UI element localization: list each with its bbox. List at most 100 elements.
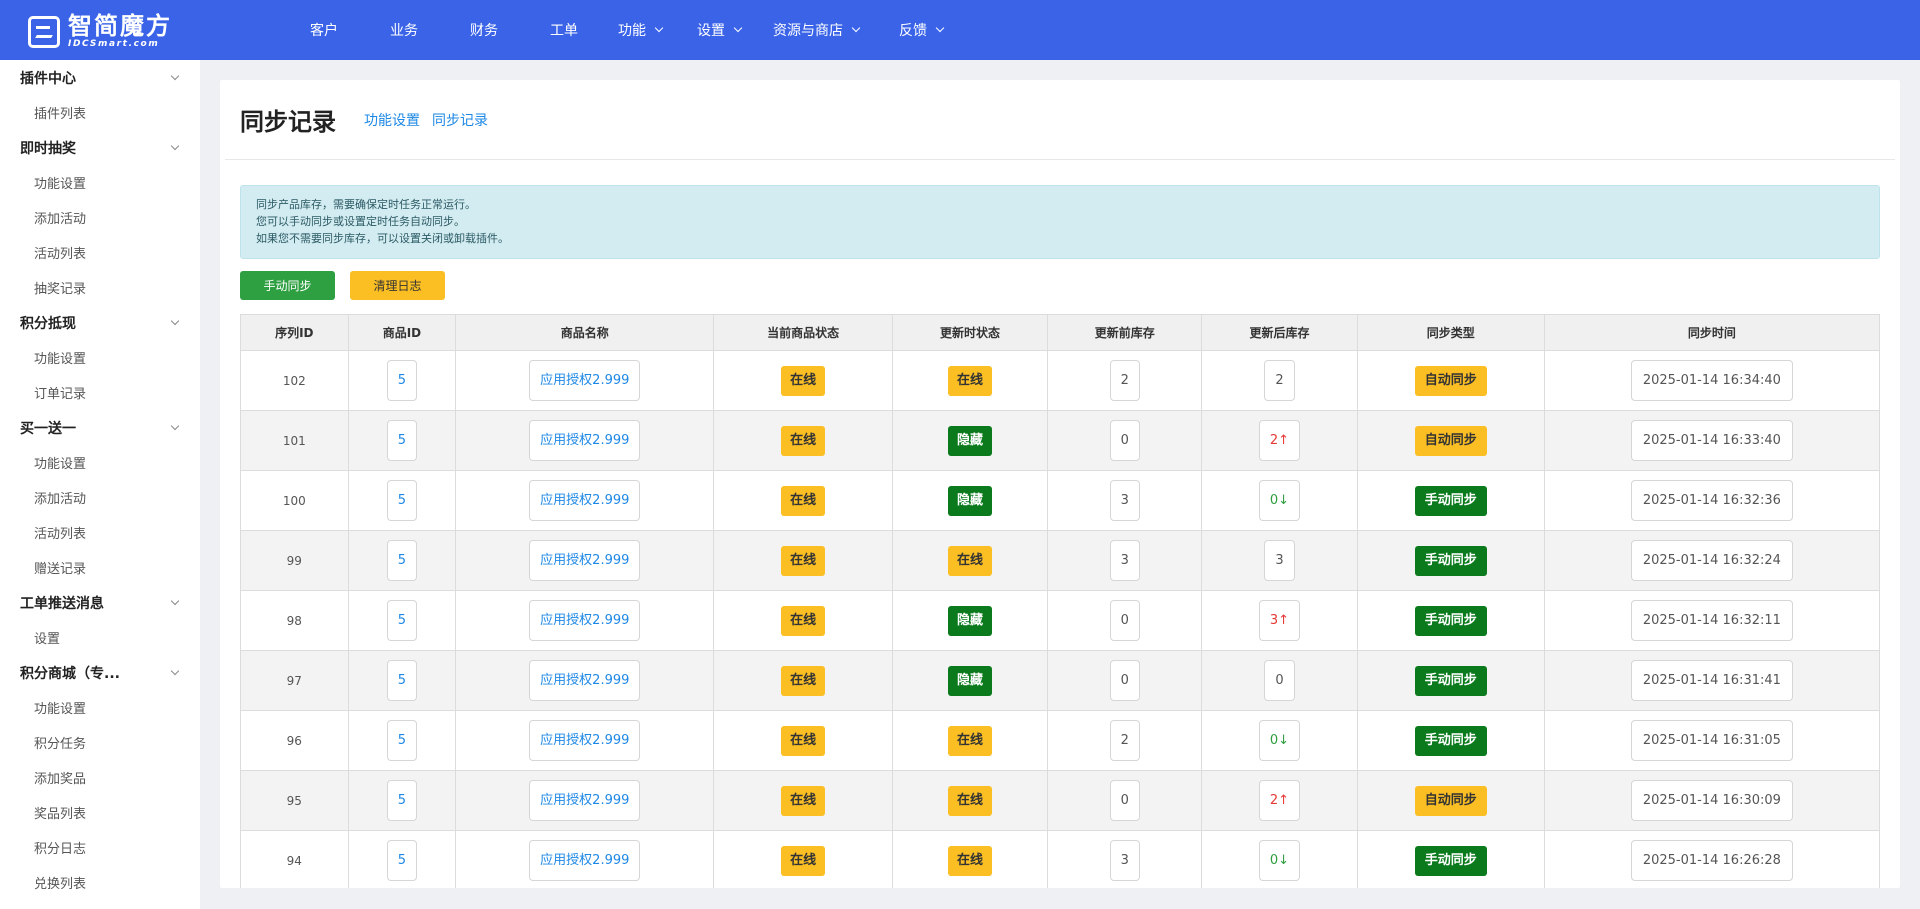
sync-time-value: 2025-01-14 16:31:41: [1630, 660, 1793, 701]
sync-time-value: 2025-01-14 16:31:05: [1630, 720, 1793, 761]
sidebar-item[interactable]: 订单记录: [0, 375, 200, 410]
chevron-down-icon: [935, 23, 945, 33]
topnav-label: 资源与商店: [773, 23, 843, 39]
sidebar-item[interactable]: 插件列表: [0, 95, 200, 130]
tab-sync-records[interactable]: 同步记录: [432, 110, 488, 130]
product-name-link[interactable]: 应用授权2.999: [529, 660, 641, 701]
table-cell: 在线: [891, 830, 1049, 888]
update-status-badge: 在线: [948, 845, 993, 876]
table-cell: 2025-01-14 16:31:05: [1543, 710, 1881, 771]
notice-line: 同步产品库存，需要确保定时任务正常运行。: [256, 198, 476, 211]
topnav-item-2[interactable]: 财务: [470, 20, 498, 40]
sidebar-group[interactable]: 即时抽奖: [0, 130, 200, 165]
topnav-item-7[interactable]: 反馈: [899, 20, 945, 40]
clear-log-button[interactable]: 清理日志: [350, 271, 445, 300]
product-id-link[interactable]: 5: [386, 420, 418, 461]
sidebar-item[interactable]: 添加活动: [0, 200, 200, 235]
product-name-link[interactable]: 应用授权2.999: [529, 780, 641, 821]
product-name-link[interactable]: 应用授权2.999: [529, 720, 641, 761]
sidebar-group[interactable]: 插件中心: [0, 60, 200, 95]
sidebar-item[interactable]: 设置: [0, 620, 200, 655]
sidebar: 插件中心 插件列表 即时抽奖 功能设置 添加活动 活动列表 抽奖记录 积分抵现 功能设置 订单记录…: [0, 60, 200, 909]
sync-time-value: 2025-01-14 16:32:36: [1630, 480, 1793, 521]
table-cell: 在线: [713, 710, 893, 771]
table-cell: 手动同步: [1356, 830, 1545, 888]
table-row: 95 5 应用授权2.999 在线 在线 0 2↑ 自动同步 2025-01-14 16:30:…: [240, 770, 1881, 831]
product-name-link[interactable]: 应用授权2.999: [529, 480, 641, 521]
sidebar-item[interactable]: 功能设置: [0, 165, 200, 200]
product-id-link[interactable]: 5: [386, 600, 418, 641]
table-row: 100 5 应用授权2.999 在线 隐藏 3 0↓ 手动同步 2025-01-14 16:32…: [240, 470, 1881, 531]
product-id-link[interactable]: 5: [386, 540, 418, 581]
stock-after-value: 0↓: [1258, 840, 1301, 881]
product-name-link[interactable]: 应用授权2.999: [529, 420, 641, 461]
topnav-item-5[interactable]: 设置: [697, 20, 743, 40]
sidebar-group[interactable]: 积分抵现: [0, 305, 200, 340]
topnav-item-4[interactable]: 功能: [618, 20, 664, 40]
table-cell: 5: [347, 770, 457, 831]
sidebar-group[interactable]: 积分商城（专...: [0, 655, 200, 690]
update-status-badge: 隐藏: [948, 485, 993, 516]
table-cell: 0↓: [1201, 470, 1358, 531]
table-cell: 隐藏: [891, 470, 1049, 531]
product-name-link[interactable]: 应用授权2.999: [529, 360, 641, 401]
product-id-link[interactable]: 5: [386, 720, 418, 761]
product-id-link[interactable]: 5: [386, 660, 418, 701]
product-id-link[interactable]: 5: [386, 360, 418, 401]
stock-after-value: 3↑: [1258, 600, 1301, 641]
sync-records-table: 序列ID 商品ID 商品名称 当前商品状态 更新时状态 更新前库存 更新后库存 同步类型 同步时…: [240, 314, 1881, 888]
sidebar-group[interactable]: 买一送一: [0, 410, 200, 445]
sidebar-item[interactable]: 添加活动: [0, 480, 200, 515]
product-name-link[interactable]: 应用授权2.999: [529, 840, 641, 881]
sidebar-item[interactable]: 活动列表: [0, 515, 200, 550]
serial-id-cell: 99: [240, 530, 349, 591]
sidebar-group-label: 积分抵现: [20, 315, 76, 332]
table-cell: 在线: [891, 350, 1049, 411]
product-id-link[interactable]: 5: [386, 780, 418, 821]
sidebar-item[interactable]: 功能设置: [0, 690, 200, 725]
product-id-link[interactable]: 5: [386, 840, 418, 881]
serial-id-cell: 98: [240, 590, 349, 651]
table-cell: 应用授权2.999: [455, 530, 715, 591]
sidebar-item[interactable]: 兑换列表: [0, 865, 200, 900]
topnav-item-6[interactable]: 资源与商店: [773, 20, 861, 40]
topnav-item-3[interactable]: 工单: [550, 20, 578, 40]
sidebar-item[interactable]: 积分任务: [0, 725, 200, 760]
topnav-item-0[interactable]: 客户: [310, 20, 338, 40]
tab-function-settings[interactable]: 功能设置: [364, 110, 420, 130]
sidebar-group[interactable]: 工单推送消息: [0, 585, 200, 620]
table-cell: 手动同步: [1356, 470, 1545, 531]
sidebar-item[interactable]: 功能设置: [0, 445, 200, 480]
sidebar-item[interactable]: 功能设置: [0, 340, 200, 375]
sidebar-item[interactable]: 积分日志: [0, 830, 200, 865]
table-cell: 手动同步: [1356, 650, 1545, 711]
sidebar-item[interactable]: 奖品列表: [0, 795, 200, 830]
sidebar-item[interactable]: 抽奖记录: [0, 270, 200, 305]
stock-after-value: 0↓: [1258, 720, 1301, 761]
sync-time-value: 2025-01-14 16:32:24: [1630, 540, 1793, 581]
stock-after-value: 3: [1264, 540, 1295, 581]
sidebar-item[interactable]: 赠送记录: [0, 550, 200, 585]
sidebar-item[interactable]: 活动列表: [0, 235, 200, 270]
stock-before-value: 0: [1109, 660, 1140, 701]
table-cell: 5: [347, 470, 457, 531]
manual-sync-button[interactable]: 手动同步: [240, 271, 335, 300]
sidebar-item[interactable]: 添加奖品: [0, 760, 200, 795]
brand-sub: IDCSmart.com: [68, 39, 160, 49]
product-name-link[interactable]: 应用授权2.999: [529, 540, 641, 581]
topnav-label: 功能: [618, 23, 646, 39]
table-cell: 2: [1201, 350, 1358, 411]
table-cell: 2↑: [1201, 410, 1358, 471]
topnav-item-1[interactable]: 业务: [390, 20, 418, 40]
sync-time-value: 2025-01-14 16:34:40: [1630, 360, 1793, 401]
current-status-badge: 在线: [781, 485, 826, 516]
sync-time-value: 2025-01-14 16:33:40: [1630, 420, 1793, 461]
page-header: 同步记录 功能设置 同步记录: [225, 80, 1895, 160]
chevron-down-icon: [170, 71, 180, 80]
product-id-link[interactable]: 5: [386, 480, 418, 521]
product-name-link[interactable]: 应用授权2.999: [529, 600, 641, 641]
table-cell: 0: [1047, 770, 1203, 831]
table-cell: 在线: [891, 770, 1049, 831]
brand-logo[interactable]: 智简魔方 IDCSmart.com: [28, 13, 172, 50]
logo-icon: [28, 15, 60, 48]
